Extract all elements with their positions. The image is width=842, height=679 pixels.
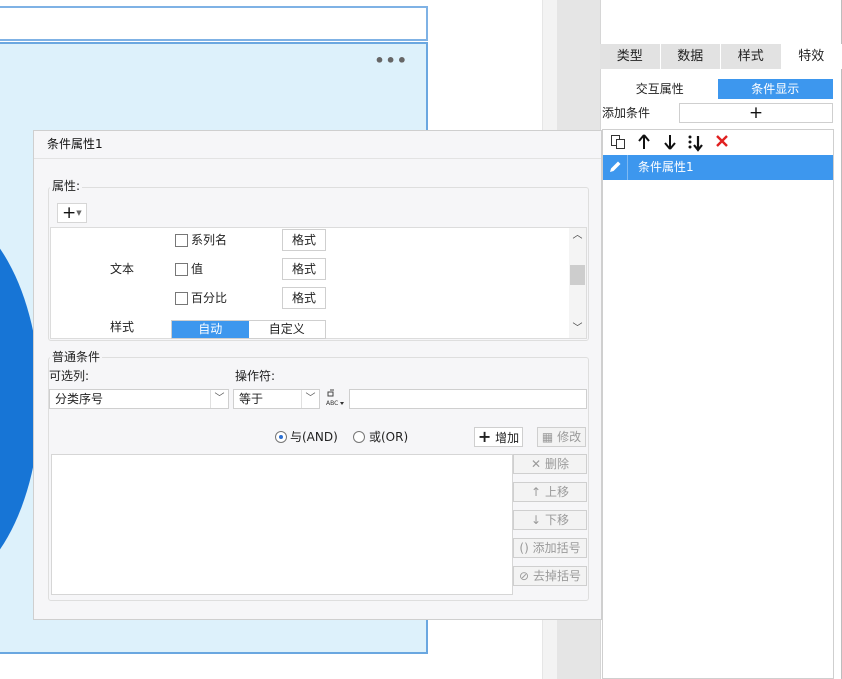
delete-button-label: 删除 [544, 457, 569, 471]
arrow-up-icon[interactable] [635, 134, 653, 152]
add-button-label: 增加 [495, 431, 520, 445]
style-row-label: 样式 [110, 320, 135, 334]
chevron-down-icon[interactable]: ﹀ [301, 390, 319, 408]
tab-data[interactable]: 数据 [660, 44, 721, 69]
delete-button[interactable]: ✕ 删除 [513, 454, 587, 474]
tab-effects[interactable]: 特效 [781, 44, 842, 69]
value-checkbox[interactable] [175, 263, 188, 276]
remove-bracket-button[interactable]: ⊘ 去掉括号 [513, 566, 587, 586]
move-down-button[interactable]: ↓ 下移 [513, 510, 587, 530]
operator-field-label: 操作符: [235, 369, 276, 383]
percent-checkbox[interactable] [175, 292, 188, 305]
scroll-down-icon[interactable]: ﹀ [569, 322, 586, 336]
condition-item[interactable]: 条件属性1 [603, 155, 833, 180]
column-select-value: 分类序号 [55, 392, 104, 406]
value-type-abc-icon[interactable]: ABC [325, 388, 345, 408]
more-horizontal-icon[interactable]: ••• [374, 53, 408, 69]
svg-text:ABC: ABC [326, 400, 338, 407]
arrow-down-icon[interactable] [661, 134, 679, 152]
normal-conditions-label: 普通条件 [50, 350, 103, 364]
series-name-checkbox[interactable] [175, 234, 188, 247]
series-name-label: 系列名 [191, 233, 228, 247]
copy-icon[interactable] [609, 134, 627, 152]
dialog-title: 条件属性1 [47, 137, 103, 151]
add-bracket-button[interactable]: () 添加括号 [513, 538, 587, 558]
remove-bracket-button-label: 去掉括号 [532, 569, 581, 583]
scroll-up-icon[interactable]: ︿ [569, 229, 586, 243]
value-format-button[interactable]: 格式 [282, 258, 326, 280]
properties-scrollbar[interactable]: ︿ ﹀ [569, 228, 586, 338]
tab-type[interactable]: 类型 [600, 44, 661, 69]
sub-tab-conditional-display[interactable]: 条件显示 [717, 79, 833, 99]
move-down-button-label: 下移 [544, 513, 569, 527]
plus-icon: + [477, 427, 492, 446]
modify-button[interactable]: ▦ 修改 [537, 427, 586, 447]
text-row-label: 文本 [110, 262, 135, 276]
percent-label: 百分比 [191, 291, 228, 305]
move-up-button-label: 上移 [544, 485, 569, 499]
arrow-up-icon: ↑ [531, 485, 542, 499]
style-segmented-control: 自动 自定义 [171, 320, 326, 339]
move-bottom-icon[interactable] [687, 134, 705, 152]
style-custom-option[interactable]: 自定义 [248, 321, 325, 338]
operator-select[interactable]: 等于 ﹀ [233, 389, 320, 409]
close-icon: ✕ [531, 457, 542, 471]
column-field-label: 可选列: [49, 369, 90, 383]
modify-button-label: 修改 [557, 430, 582, 444]
move-up-button[interactable]: ↑ 上移 [513, 482, 587, 502]
add-condition-button[interactable]: + [679, 103, 833, 123]
or-radio-label: 或(OR) [369, 430, 409, 444]
and-radio[interactable] [275, 431, 287, 443]
add-button[interactable]: + 增加 [474, 427, 523, 447]
sub-tab-interaction[interactable]: 交互属性 [602, 79, 718, 99]
caret-down-icon: ▼ [76, 209, 82, 217]
remove-bracket-icon: ⊘ [519, 569, 530, 583]
title-divider [34, 158, 601, 159]
add-bracket-button-label: 添加括号 [532, 541, 581, 555]
modify-icon: ▦ [541, 430, 554, 444]
bracket-icon: () [519, 541, 529, 555]
property-tabs: 类型 数据 样式 特效 [600, 44, 842, 69]
style-auto-option[interactable]: 自动 [172, 321, 249, 338]
condition-expression-list[interactable] [51, 454, 513, 595]
operator-select-value: 等于 [239, 392, 264, 406]
delete-icon[interactable] [713, 134, 731, 152]
condition-list [602, 129, 834, 679]
edit-pencil-icon[interactable] [603, 155, 628, 180]
add-condition-label: 添加条件 [602, 106, 651, 120]
column-select[interactable]: 分类序号 ﹀ [49, 389, 229, 409]
effects-sub-tabs: 交互属性 条件显示 [602, 79, 833, 99]
condition-item-label: 条件属性1 [638, 160, 694, 174]
arrow-down-icon: ↓ [531, 513, 542, 527]
or-radio[interactable] [353, 431, 365, 443]
chevron-down-icon[interactable]: ﹀ [210, 390, 228, 408]
series-name-format-button[interactable]: 格式 [282, 229, 326, 251]
value-label: 值 [191, 262, 204, 276]
scroll-thumb[interactable] [570, 265, 585, 285]
condition-value-input[interactable] [349, 389, 587, 409]
properties-group-label: 属性: [50, 179, 83, 193]
and-radio-label: 与(AND) [290, 430, 338, 444]
title-widget[interactable] [0, 6, 428, 41]
add-property-dropdown[interactable]: +▼ [57, 203, 87, 223]
tab-style[interactable]: 样式 [721, 44, 782, 69]
percent-format-button[interactable]: 格式 [282, 287, 326, 309]
plus-icon: + [62, 203, 77, 223]
